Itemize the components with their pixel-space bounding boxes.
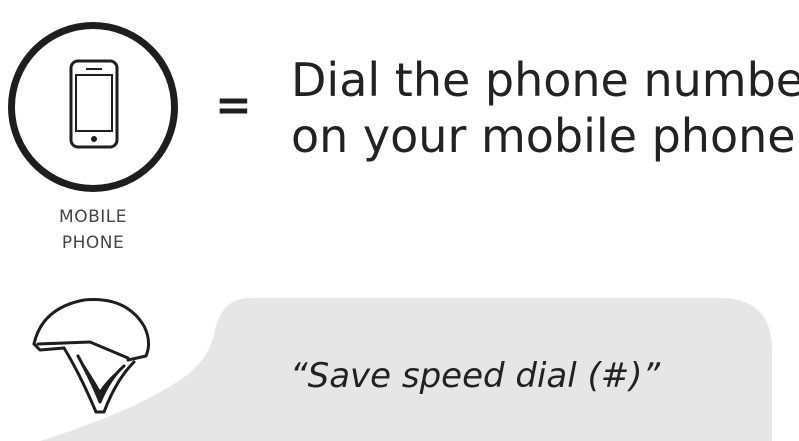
instruction-text: Dial the phone number on your mobile pho… [291,52,799,164]
instruction-line-1: Dial the phone number [291,53,799,107]
mobile-phone-icon [69,59,119,149]
instruction-line-2: on your mobile phone [291,109,796,163]
mobile-phone-circle [8,22,178,192]
device-label: MOBILE PHONE [0,204,186,256]
device-label-line-1: MOBILE [59,207,127,227]
device-label-line-2: PHONE [61,233,125,253]
helmet-icon [32,298,151,414]
voice-command-text: “Save speed dial (#)” [290,356,661,396]
page: = Dial the phone number on your mobile p… [0,0,799,441]
equals-sign: = [215,80,252,131]
